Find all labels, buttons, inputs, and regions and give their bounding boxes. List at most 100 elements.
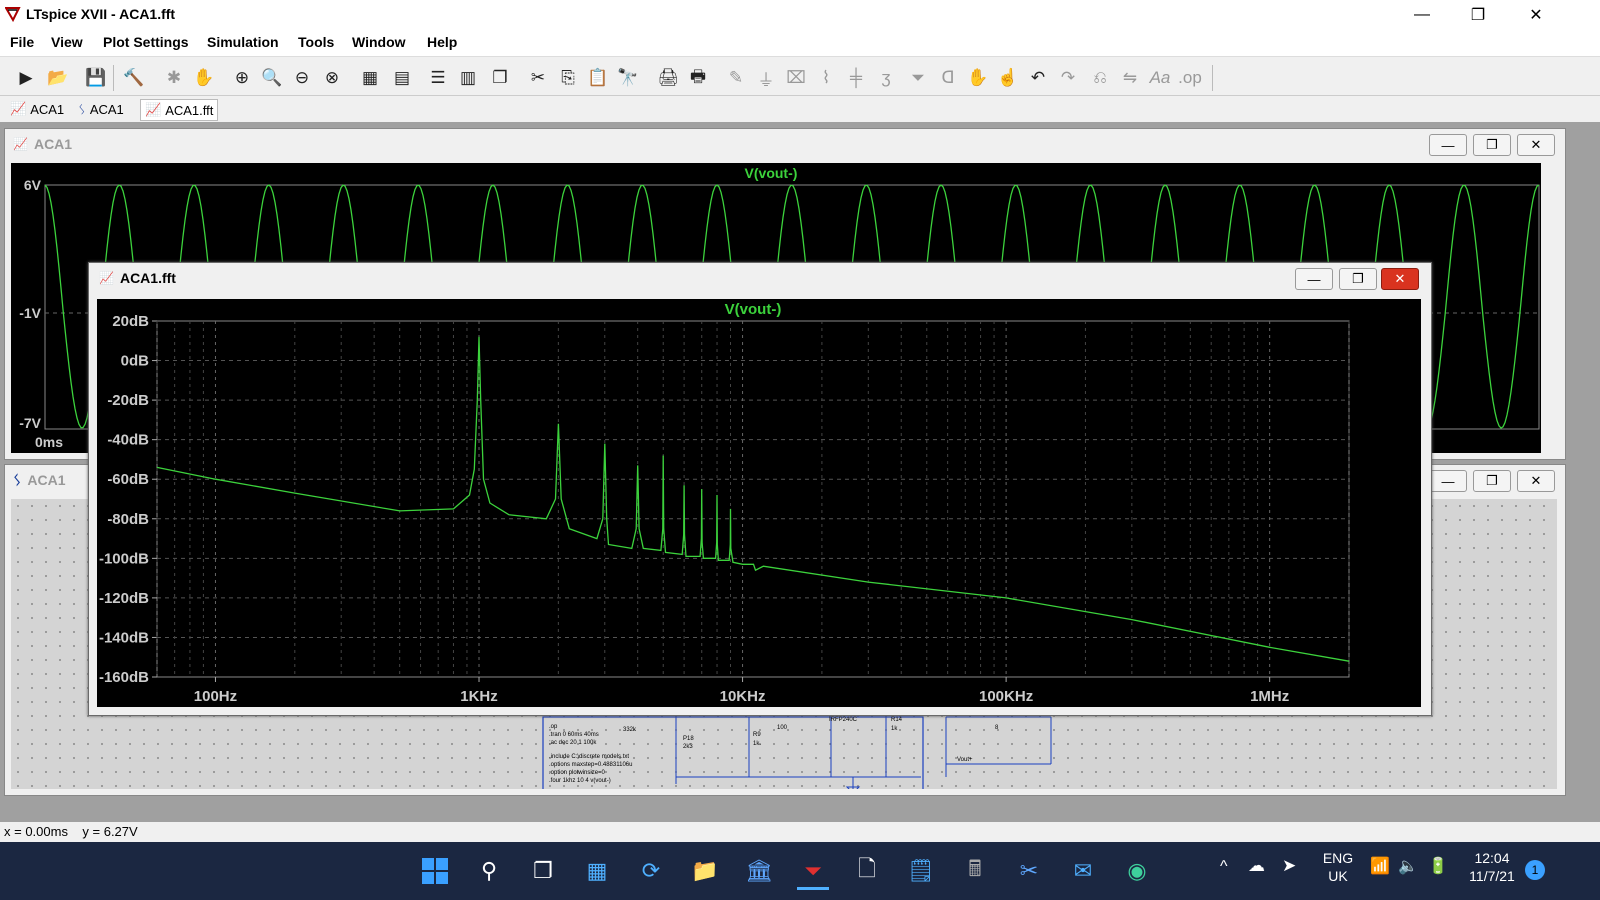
restore-button[interactable]: ❐ [1450, 0, 1506, 30]
bank-app-icon[interactable]: 🏛 [743, 855, 775, 887]
tile-horizontal-icon[interactable]: ☰ [426, 66, 450, 90]
widgets-icon[interactable]: ▦ [581, 855, 613, 887]
clock-time: 12:04 [1474, 850, 1510, 866]
ground-icon[interactable]: ⏚ [754, 66, 778, 90]
autorange-icon[interactable]: ▦ [358, 66, 382, 90]
send-icon[interactable]: ➤ [1282, 856, 1296, 876]
menu-tools[interactable]: Tools [290, 30, 342, 54]
maximize-button[interactable]: ❐ [1473, 134, 1511, 156]
open-folder-icon[interactable]: 📂 [46, 66, 70, 90]
menu-help[interactable]: Help [419, 30, 465, 54]
undo-icon[interactable]: ↶ [1026, 66, 1050, 90]
maximize-button[interactable]: ❐ [1473, 470, 1511, 492]
spice-directive-icon[interactable]: .op [1178, 66, 1202, 90]
directive-line: .tran 0 60ms 40ms [549, 732, 599, 738]
chevron-up-icon[interactable]: ^ [1220, 858, 1228, 876]
document-icon[interactable]: 🗋 [851, 855, 883, 887]
menu-simulation[interactable]: Simulation [199, 30, 287, 54]
notification-badge[interactable]: 1 [1525, 860, 1545, 880]
fft-window-titlebar[interactable]: 📈 ACA1.fft [89, 263, 1431, 293]
mail-icon[interactable]: ✉ [1067, 855, 1099, 887]
find-icon[interactable]: 🔭 [616, 66, 640, 90]
minimize-button[interactable]: — [1429, 134, 1467, 156]
fft-plot[interactable]: 20dB 0dB -20dB -40dB -60dB -80dB -100dB -120dB -… [97, 299, 1421, 707]
print-icon[interactable]: 🖨 [656, 66, 680, 90]
schematic-icon: ᛊ [78, 101, 86, 117]
wifi-icon[interactable]: 📶 [1370, 856, 1390, 876]
zoom-out-icon[interactable]: ⊖ [290, 66, 314, 90]
x-tick-label: 1MHz [1250, 688, 1289, 705]
wire-icon[interactable]: ✎ [724, 66, 748, 90]
cloud-icon[interactable]: ☁ [1248, 856, 1265, 876]
label-net-icon[interactable]: ⌧ [784, 66, 808, 90]
paste-icon[interactable]: 📋 [586, 66, 610, 90]
y-tick-label: -40dB [107, 432, 149, 449]
maximize-button[interactable]: ❐ [1339, 268, 1377, 290]
minimize-button[interactable]: — [1429, 470, 1467, 492]
zoom-full-icon[interactable]: 🔍 [260, 66, 284, 90]
diode-icon[interactable]: ⏷ [906, 66, 930, 90]
file-explorer-icon[interactable]: 📁 [689, 855, 721, 887]
minimize-button[interactable]: — [1295, 268, 1333, 290]
menu-window[interactable]: Window [344, 30, 414, 54]
tab-aca1-fft[interactable]: 📈 ACA1.fft [140, 99, 219, 121]
part-label: P18 [683, 736, 694, 742]
volume-icon[interactable]: 🔈 [1398, 856, 1418, 876]
inductor-icon[interactable]: ʒ [874, 66, 898, 90]
cascade-icon[interactable]: ❐ [488, 66, 512, 90]
calculator-icon[interactable]: 🖩 [959, 855, 991, 887]
search-icon[interactable]: ⚲ [473, 855, 505, 887]
part-label: 8 [995, 725, 999, 731]
menu-file[interactable]: File [2, 30, 42, 54]
pick-traces-icon[interactable]: ▤ [390, 66, 414, 90]
run-icon[interactable]: ✱ [162, 66, 186, 90]
drag-icon[interactable]: ☝ [996, 66, 1020, 90]
spice-directives[interactable]: .op .tran 0 60ms 40ms ;ac dec 20 1 100k … [549, 723, 632, 785]
save-icon[interactable]: 💾 [84, 66, 108, 90]
pan-hand-icon[interactable]: ✋ [192, 66, 216, 90]
language-indicator[interactable]: ENG UK [1316, 849, 1360, 885]
x-tick-label: 100Hz [194, 688, 237, 705]
start-icon[interactable] [419, 855, 451, 887]
tab-aca1-schematic[interactable]: ᛊ ACA1 [74, 99, 128, 119]
new-schematic-icon[interactable]: ▶ [14, 66, 38, 90]
redo-icon[interactable]: ↷ [1056, 66, 1080, 90]
zoom-cancel-icon[interactable]: ⊗ [320, 66, 344, 90]
tile-vertical-icon[interactable]: ▥ [456, 66, 480, 90]
snipping-tool-icon[interactable]: ✂ [1013, 855, 1045, 887]
move-icon[interactable]: ✋ [966, 66, 990, 90]
edge-browser-icon[interactable]: ◉ [1121, 855, 1153, 887]
close-button[interactable]: ✕ [1517, 134, 1555, 156]
clock-date: 11/7/21 [1469, 868, 1515, 884]
cut-icon[interactable]: ✂ [526, 66, 550, 90]
task-view-icon[interactable]: ❐ [527, 855, 559, 887]
print-setup-icon[interactable]: 🖶 [686, 66, 710, 90]
close-button[interactable]: ✕ [1381, 268, 1419, 290]
y-tick-label: -20dB [107, 392, 149, 409]
menu-view[interactable]: View [43, 30, 91, 54]
clock[interactable]: 12:04 11/7/21 [1462, 849, 1522, 885]
y-tick-label: -160dB [99, 669, 149, 686]
menu-plot-settings[interactable]: Plot Settings [95, 30, 197, 54]
zoom-in-icon[interactable]: ⊕ [230, 66, 254, 90]
teams-icon[interactable]: ⟳ [635, 855, 667, 887]
mirror-icon[interactable]: ⇋ [1118, 66, 1142, 90]
copy-icon[interactable]: ⎘ [556, 66, 580, 90]
control-panel-icon[interactable]: 🔨 [122, 66, 146, 90]
rotate-icon[interactable]: ⎌ [1088, 66, 1112, 90]
component-icon[interactable]: ᗡ [936, 66, 960, 90]
window-title: LTspice XVII - ACA1.fft [26, 6, 176, 22]
text-icon[interactable]: Aa [1148, 66, 1172, 90]
minimize-button[interactable]: — [1394, 0, 1450, 30]
notepad-icon[interactable]: 🗒 [905, 855, 937, 887]
close-button[interactable]: ✕ [1517, 470, 1555, 492]
tab-aca1-waveform[interactable]: 📈 ACA1 [6, 99, 68, 119]
ltspice-taskbar-icon[interactable]: ⏷ [797, 855, 829, 890]
resistor-icon[interactable]: ⌇ [814, 66, 838, 90]
close-button[interactable]: ✕ [1508, 0, 1564, 30]
battery-icon[interactable]: 🔋 [1428, 856, 1448, 876]
fft-window[interactable]: 📈 ACA1.fft — ❐ ✕ 20dB 0dB -20dB -40dB -60dB -… [88, 262, 1432, 716]
directive-line: .op [549, 724, 558, 730]
capacitor-icon[interactable]: ╪ [844, 66, 868, 90]
waveform-window-titlebar[interactable]: 📈 ACA1 [5, 129, 1565, 159]
